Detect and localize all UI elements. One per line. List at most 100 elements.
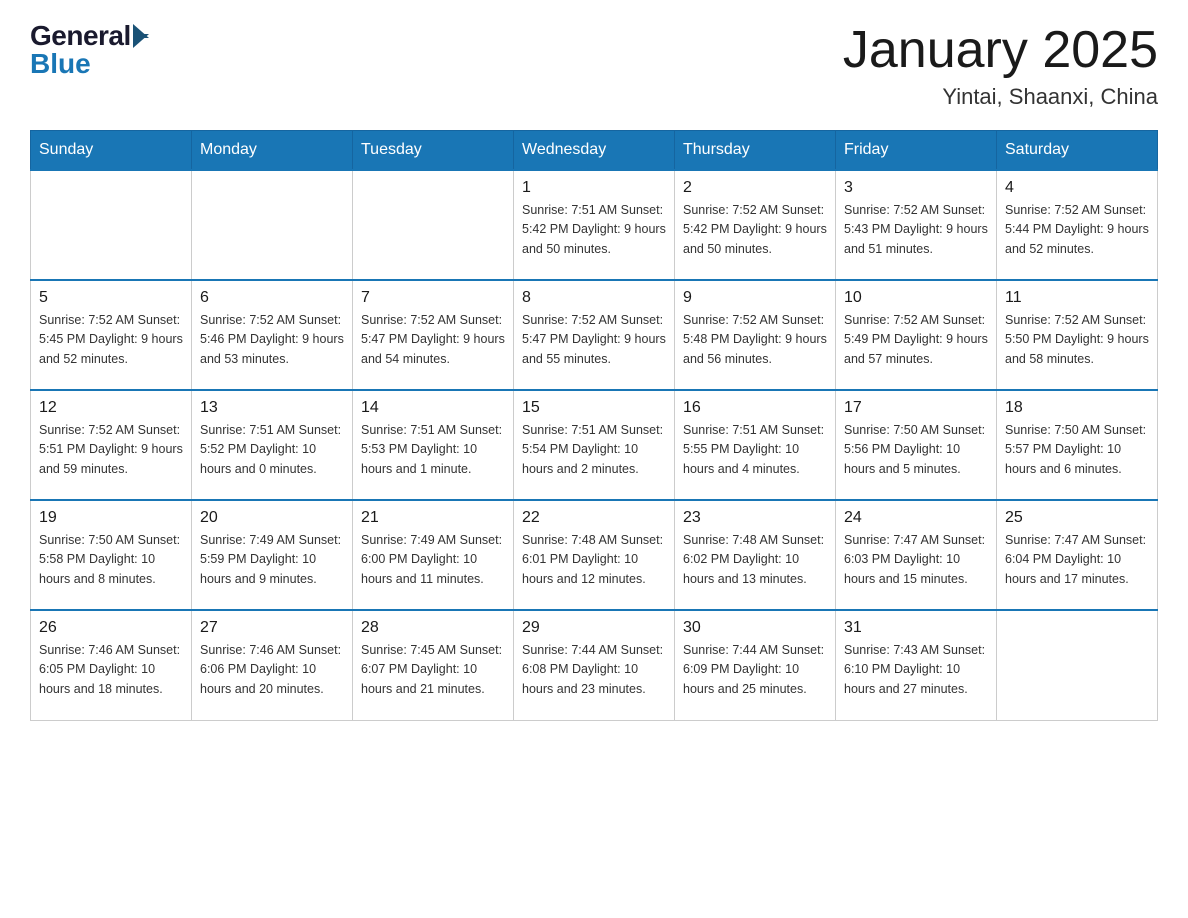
calendar-week-row: 1 Sunrise: 7:51 AM Sunset: 5:42 PM Daylig… — [31, 170, 1158, 280]
day-number: 9 — [683, 289, 827, 307]
day-number: 4 — [1005, 179, 1149, 197]
day-number: 20 — [200, 509, 344, 527]
day-number: 3 — [844, 179, 988, 197]
calendar-week-row: 19Sunrise: 7:50 AM Sunset: 5:58 PM Dayli… — [31, 500, 1158, 610]
calendar-cell: 30 Sunrise: 7:44 AM Sunset: 6:09 PM Dayli… — [675, 610, 836, 720]
day-number: 10 — [844, 289, 988, 307]
calendar-cell: 18 Sunrise: 7:50 AM Sunset: 5:57 PM Dayli… — [997, 390, 1158, 500]
calendar-cell: 5Sunrise: 7:52 AM Sunset: 5:45 PM Daylig… — [31, 280, 192, 390]
calendar-cell — [192, 170, 353, 280]
logo: General Blue — [30, 20, 149, 80]
day-info: Sunrise: 7:46 AM Sunset: 6:05 PM Dayligh… — [39, 641, 183, 699]
calendar-cell: 3 Sunrise: 7:52 AM Sunset: 5:43 PM Daylig… — [836, 170, 997, 280]
calendar-title: January 2025 — [843, 20, 1158, 80]
day-info: Sunrise: 7:51 AM Sunset: 5:53 PM Dayligh… — [361, 421, 505, 479]
day-info: Sunrise: 7:51 AM Sunset: 5:42 PM Dayligh… — [522, 201, 666, 259]
day-info: Sunrise: 7:52 AM Sunset: 5:42 PM Dayligh… — [683, 201, 827, 259]
logo-blue-text: Blue — [30, 48, 91, 79]
day-info: Sunrise: 7:52 AM Sunset: 5:50 PM Dayligh… — [1005, 311, 1149, 369]
day-info: Sunrise: 7:51 AM Sunset: 5:55 PM Dayligh… — [683, 421, 827, 479]
day-info: Sunrise: 7:44 AM Sunset: 6:08 PM Dayligh… — [522, 641, 666, 699]
calendar-cell: 27 Sunrise: 7:46 AM Sunset: 6:06 PM Dayli… — [192, 610, 353, 720]
calendar-header-wednesday: Wednesday — [514, 131, 675, 171]
calendar-cell: 14 Sunrise: 7:51 AM Sunset: 5:53 PM Dayli… — [353, 390, 514, 500]
calendar-week-row: 12 Sunrise: 7:52 AM Sunset: 5:51 PM Dayli… — [31, 390, 1158, 500]
day-info: Sunrise: 7:52 AM Sunset: 5:44 PM Dayligh… — [1005, 201, 1149, 259]
day-info: Sunrise: 7:50 AM Sunset: 5:57 PM Dayligh… — [1005, 421, 1149, 479]
calendar-cell: 13 Sunrise: 7:51 AM Sunset: 5:52 PM Dayli… — [192, 390, 353, 500]
calendar-week-row: 5Sunrise: 7:52 AM Sunset: 5:45 PM Daylig… — [31, 280, 1158, 390]
day-number: 13 — [200, 399, 344, 417]
day-info: Sunrise: 7:46 AM Sunset: 6:06 PM Dayligh… — [200, 641, 344, 699]
day-number: 21 — [361, 509, 505, 527]
day-info: Sunrise: 7:52 AM Sunset: 5:51 PM Dayligh… — [39, 421, 183, 479]
page-header: General Blue January 2025 Yintai, Shaanx… — [30, 20, 1158, 110]
calendar-cell: 8 Sunrise: 7:52 AM Sunset: 5:47 PM Daylig… — [514, 280, 675, 390]
day-info: Sunrise: 7:49 AM Sunset: 6:00 PM Dayligh… — [361, 531, 505, 589]
day-info: Sunrise: 7:44 AM Sunset: 6:09 PM Dayligh… — [683, 641, 827, 699]
day-number: 22 — [522, 509, 666, 527]
day-info: Sunrise: 7:47 AM Sunset: 6:03 PM Dayligh… — [844, 531, 988, 589]
day-info: Sunrise: 7:48 AM Sunset: 6:01 PM Dayligh… — [522, 531, 666, 589]
day-info: Sunrise: 7:50 AM Sunset: 5:56 PM Dayligh… — [844, 421, 988, 479]
calendar-cell: 9 Sunrise: 7:52 AM Sunset: 5:48 PM Daylig… — [675, 280, 836, 390]
day-number: 7 — [361, 289, 505, 307]
day-number: 27 — [200, 619, 344, 637]
calendar-cell: 15 Sunrise: 7:51 AM Sunset: 5:54 PM Dayli… — [514, 390, 675, 500]
day-number: 24 — [844, 509, 988, 527]
calendar-header-sunday: Sunday — [31, 131, 192, 171]
day-info: Sunrise: 7:45 AM Sunset: 6:07 PM Dayligh… — [361, 641, 505, 699]
title-block: January 2025 Yintai, Shaanxi, China — [843, 20, 1158, 110]
calendar-cell: 23Sunrise: 7:48 AM Sunset: 6:02 PM Dayli… — [675, 500, 836, 610]
day-number: 11 — [1005, 289, 1149, 307]
calendar-header-friday: Friday — [836, 131, 997, 171]
calendar-cell: 10 Sunrise: 7:52 AM Sunset: 5:49 PM Dayli… — [836, 280, 997, 390]
day-number: 12 — [39, 399, 183, 417]
day-number: 26 — [39, 619, 183, 637]
calendar-cell — [997, 610, 1158, 720]
calendar-table: SundayMondayTuesdayWednesdayThursdayFrid… — [30, 130, 1158, 721]
day-number: 28 — [361, 619, 505, 637]
day-number: 18 — [1005, 399, 1149, 417]
calendar-cell: 12 Sunrise: 7:52 AM Sunset: 5:51 PM Dayli… — [31, 390, 192, 500]
day-number: 15 — [522, 399, 666, 417]
calendar-header-monday: Monday — [192, 131, 353, 171]
calendar-cell: 4 Sunrise: 7:52 AM Sunset: 5:44 PM Daylig… — [997, 170, 1158, 280]
day-info: Sunrise: 7:52 AM Sunset: 5:47 PM Dayligh… — [522, 311, 666, 369]
day-info: Sunrise: 7:52 AM Sunset: 5:46 PM Dayligh… — [200, 311, 344, 369]
calendar-cell: 11 Sunrise: 7:52 AM Sunset: 5:50 PM Dayli… — [997, 280, 1158, 390]
calendar-cell: 16Sunrise: 7:51 AM Sunset: 5:55 PM Dayli… — [675, 390, 836, 500]
day-info: Sunrise: 7:52 AM Sunset: 5:49 PM Dayligh… — [844, 311, 988, 369]
day-info: Sunrise: 7:49 AM Sunset: 5:59 PM Dayligh… — [200, 531, 344, 589]
day-number: 2 — [683, 179, 827, 197]
calendar-cell: 31Sunrise: 7:43 AM Sunset: 6:10 PM Dayli… — [836, 610, 997, 720]
day-info: Sunrise: 7:50 AM Sunset: 5:58 PM Dayligh… — [39, 531, 183, 589]
calendar-cell: 29Sunrise: 7:44 AM Sunset: 6:08 PM Dayli… — [514, 610, 675, 720]
day-info: Sunrise: 7:43 AM Sunset: 6:10 PM Dayligh… — [844, 641, 988, 699]
day-number: 8 — [522, 289, 666, 307]
calendar-cell: 2 Sunrise: 7:52 AM Sunset: 5:42 PM Daylig… — [675, 170, 836, 280]
calendar-cell: 24 Sunrise: 7:47 AM Sunset: 6:03 PM Dayli… — [836, 500, 997, 610]
calendar-header-saturday: Saturday — [997, 131, 1158, 171]
day-info: Sunrise: 7:51 AM Sunset: 5:54 PM Dayligh… — [522, 421, 666, 479]
day-number: 14 — [361, 399, 505, 417]
calendar-cell: 1 Sunrise: 7:51 AM Sunset: 5:42 PM Daylig… — [514, 170, 675, 280]
day-info: Sunrise: 7:48 AM Sunset: 6:02 PM Dayligh… — [683, 531, 827, 589]
calendar-subtitle: Yintai, Shaanxi, China — [843, 84, 1158, 110]
calendar-cell: 17Sunrise: 7:50 AM Sunset: 5:56 PM Dayli… — [836, 390, 997, 500]
day-number: 30 — [683, 619, 827, 637]
calendar-cell: 6Sunrise: 7:52 AM Sunset: 5:46 PM Daylig… — [192, 280, 353, 390]
day-info: Sunrise: 7:52 AM Sunset: 5:48 PM Dayligh… — [683, 311, 827, 369]
day-number: 1 — [522, 179, 666, 197]
day-info: Sunrise: 7:47 AM Sunset: 6:04 PM Dayligh… — [1005, 531, 1149, 589]
day-info: Sunrise: 7:51 AM Sunset: 5:52 PM Dayligh… — [200, 421, 344, 479]
day-number: 25 — [1005, 509, 1149, 527]
calendar-cell: 28 Sunrise: 7:45 AM Sunset: 6:07 PM Dayli… — [353, 610, 514, 720]
day-info: Sunrise: 7:52 AM Sunset: 5:43 PM Dayligh… — [844, 201, 988, 259]
calendar-cell: 22 Sunrise: 7:48 AM Sunset: 6:01 PM Dayli… — [514, 500, 675, 610]
calendar-cell: 7Sunrise: 7:52 AM Sunset: 5:47 PM Daylig… — [353, 280, 514, 390]
calendar-week-row: 26 Sunrise: 7:46 AM Sunset: 6:05 PM Dayli… — [31, 610, 1158, 720]
calendar-cell: 26 Sunrise: 7:46 AM Sunset: 6:05 PM Dayli… — [31, 610, 192, 720]
calendar-cell — [353, 170, 514, 280]
calendar-cell: 25 Sunrise: 7:47 AM Sunset: 6:04 PM Dayli… — [997, 500, 1158, 610]
